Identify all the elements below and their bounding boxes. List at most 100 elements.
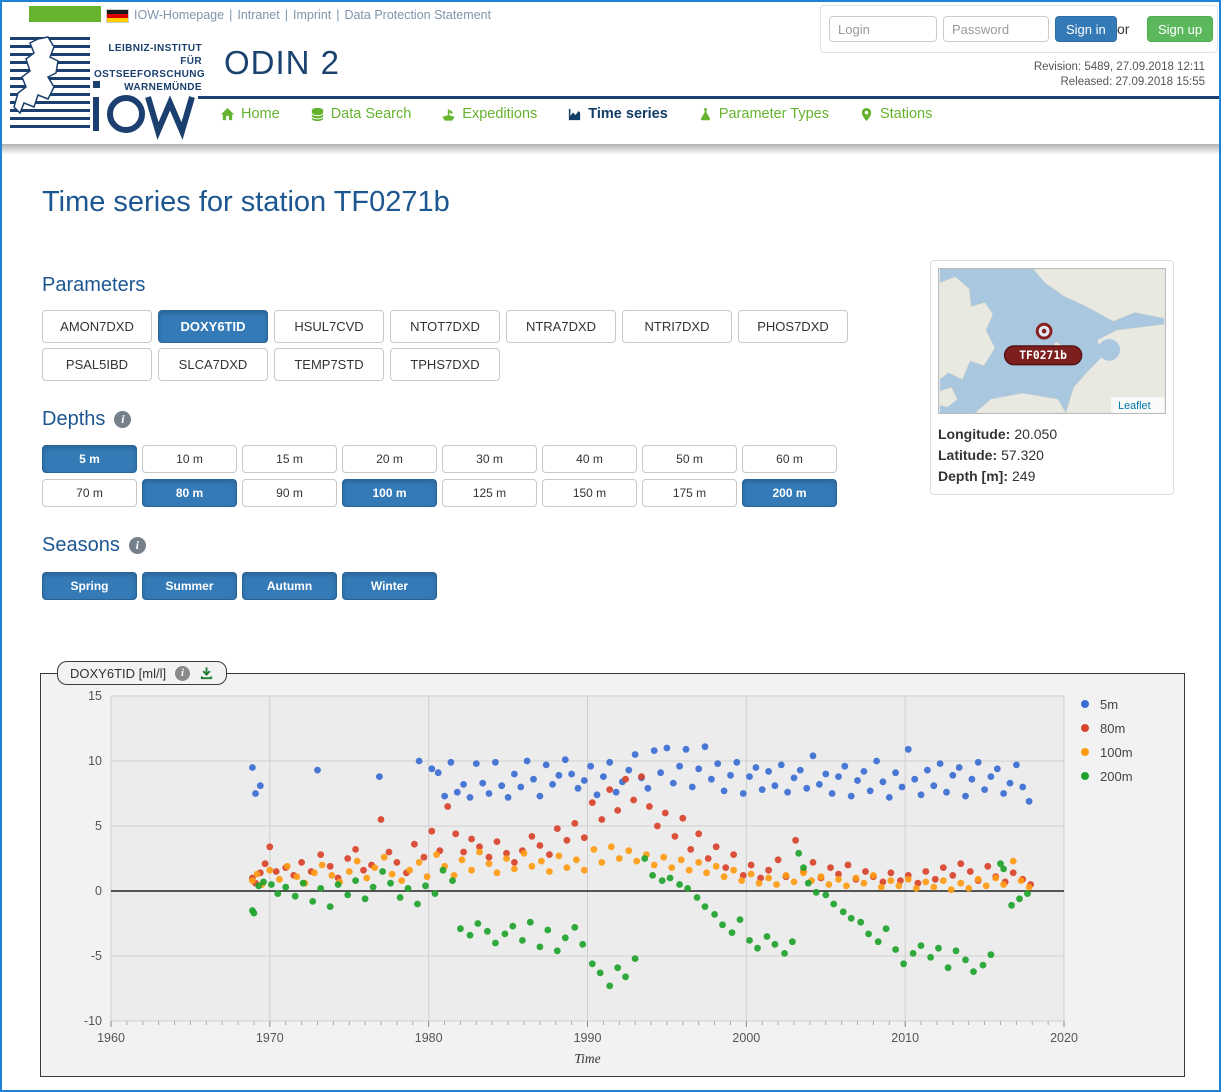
data-point[interactable] [713, 843, 720, 850]
data-point[interactable] [781, 950, 788, 957]
data-point[interactable] [581, 834, 588, 841]
data-point[interactable] [948, 886, 955, 893]
depth-button-60m[interactable]: 60 m [742, 445, 837, 473]
data-point[interactable] [862, 868, 869, 875]
topbar-link-iow-homepage[interactable]: IOW-Homepage [134, 8, 224, 22]
data-point[interactable] [649, 872, 656, 879]
depth-button-50m[interactable]: 50 m [642, 445, 737, 473]
data-point[interactable] [970, 968, 977, 975]
data-point[interactable] [848, 793, 855, 800]
data-point[interactable] [468, 836, 475, 843]
data-point[interactable] [721, 873, 728, 880]
data-point[interactable] [376, 773, 383, 780]
depth-button-20m[interactable]: 20 m [342, 445, 437, 473]
data-point[interactable] [494, 838, 501, 845]
data-point[interactable] [354, 858, 361, 865]
data-point[interactable] [759, 786, 766, 793]
data-point[interactable] [730, 867, 737, 874]
data-point[interactable] [772, 782, 779, 789]
data-point[interactable] [1010, 869, 1017, 876]
depth-button-5m[interactable]: 5 m [42, 445, 137, 473]
data-point[interactable] [543, 762, 550, 769]
data-point[interactable] [260, 879, 267, 886]
data-point[interactable] [932, 876, 939, 883]
data-point[interactable] [822, 892, 829, 899]
data-point[interactable] [895, 882, 902, 889]
data-point[interactable] [622, 776, 629, 783]
data-point[interactable] [981, 786, 988, 793]
data-point[interactable] [511, 866, 518, 873]
data-point[interactable] [988, 951, 995, 958]
data-point[interactable] [660, 854, 667, 861]
data-point[interactable] [1018, 877, 1025, 884]
data-point[interactable] [608, 843, 615, 850]
data-point[interactable] [924, 767, 931, 774]
data-point[interactable] [460, 849, 467, 856]
nav-item-stations[interactable]: Stations [859, 106, 932, 122]
data-point[interactable] [428, 828, 435, 835]
parameter-button-ntot7dxd[interactable]: NTOT7DXD [390, 310, 500, 343]
depth-button-125m[interactable]: 125 m [442, 479, 537, 507]
data-point[interactable] [486, 790, 493, 797]
data-point[interactable] [845, 862, 852, 869]
data-point[interactable] [789, 938, 796, 945]
season-button-summer[interactable]: Summer [142, 572, 237, 600]
data-point[interactable] [918, 942, 925, 949]
data-point[interactable] [529, 863, 536, 870]
data-point[interactable] [606, 786, 613, 793]
data-point[interactable] [867, 788, 874, 795]
parameter-button-phos7dxd[interactable]: PHOS7DXD [738, 310, 848, 343]
data-point[interactable] [581, 777, 588, 784]
data-point[interactable] [943, 789, 950, 796]
data-point[interactable] [517, 784, 524, 791]
data-point[interactable] [564, 864, 571, 871]
data-point[interactable] [935, 945, 942, 952]
data-point[interactable] [940, 864, 947, 871]
data-point[interactable] [440, 867, 447, 874]
data-point[interactable] [444, 803, 451, 810]
data-point[interactable] [983, 882, 990, 889]
data-point[interactable] [266, 843, 273, 850]
data-point[interactable] [549, 781, 556, 788]
nav-item-home[interactable]: Home [220, 106, 280, 122]
seasons-info-icon[interactable]: i [129, 537, 146, 554]
data-point[interactable] [748, 871, 755, 878]
data-point[interactable] [432, 890, 439, 897]
data-point[interactable] [783, 872, 790, 879]
data-point[interactable] [711, 911, 718, 918]
data-point[interactable] [554, 825, 561, 832]
data-point[interactable] [459, 856, 466, 863]
data-point[interactable] [562, 756, 569, 763]
data-point[interactable] [389, 871, 396, 878]
data-point[interactable] [957, 860, 964, 867]
data-point[interactable] [773, 881, 780, 888]
data-point[interactable] [900, 960, 907, 967]
data-point[interactable] [975, 876, 982, 883]
data-point[interactable] [554, 947, 561, 954]
data-point[interactable] [1016, 895, 1023, 902]
data-point[interactable] [810, 752, 817, 759]
data-point[interactable] [861, 768, 868, 775]
data-point[interactable] [840, 908, 847, 915]
data-point[interactable] [949, 872, 956, 879]
data-point[interactable] [352, 846, 359, 853]
data-point[interactable] [703, 869, 710, 876]
data-point[interactable] [721, 788, 728, 795]
data-point[interactable] [670, 780, 677, 787]
data-point[interactable] [835, 876, 842, 883]
data-point[interactable] [654, 823, 661, 830]
data-point[interactable] [967, 868, 974, 875]
depth-button-100m[interactable]: 100 m [342, 479, 437, 507]
data-point[interactable] [327, 903, 334, 910]
data-point[interactable] [679, 815, 686, 822]
download-icon[interactable] [199, 666, 214, 681]
data-point[interactable] [1026, 798, 1033, 805]
data-point[interactable] [537, 793, 544, 800]
data-point[interactable] [486, 860, 493, 867]
nav-item-expeditions[interactable]: Expeditions [441, 106, 537, 122]
data-point[interactable] [468, 867, 475, 874]
data-point[interactable] [826, 881, 833, 888]
depth-button-80m[interactable]: 80 m [142, 479, 237, 507]
data-point[interactable] [899, 784, 906, 791]
data-point[interactable] [309, 898, 316, 905]
